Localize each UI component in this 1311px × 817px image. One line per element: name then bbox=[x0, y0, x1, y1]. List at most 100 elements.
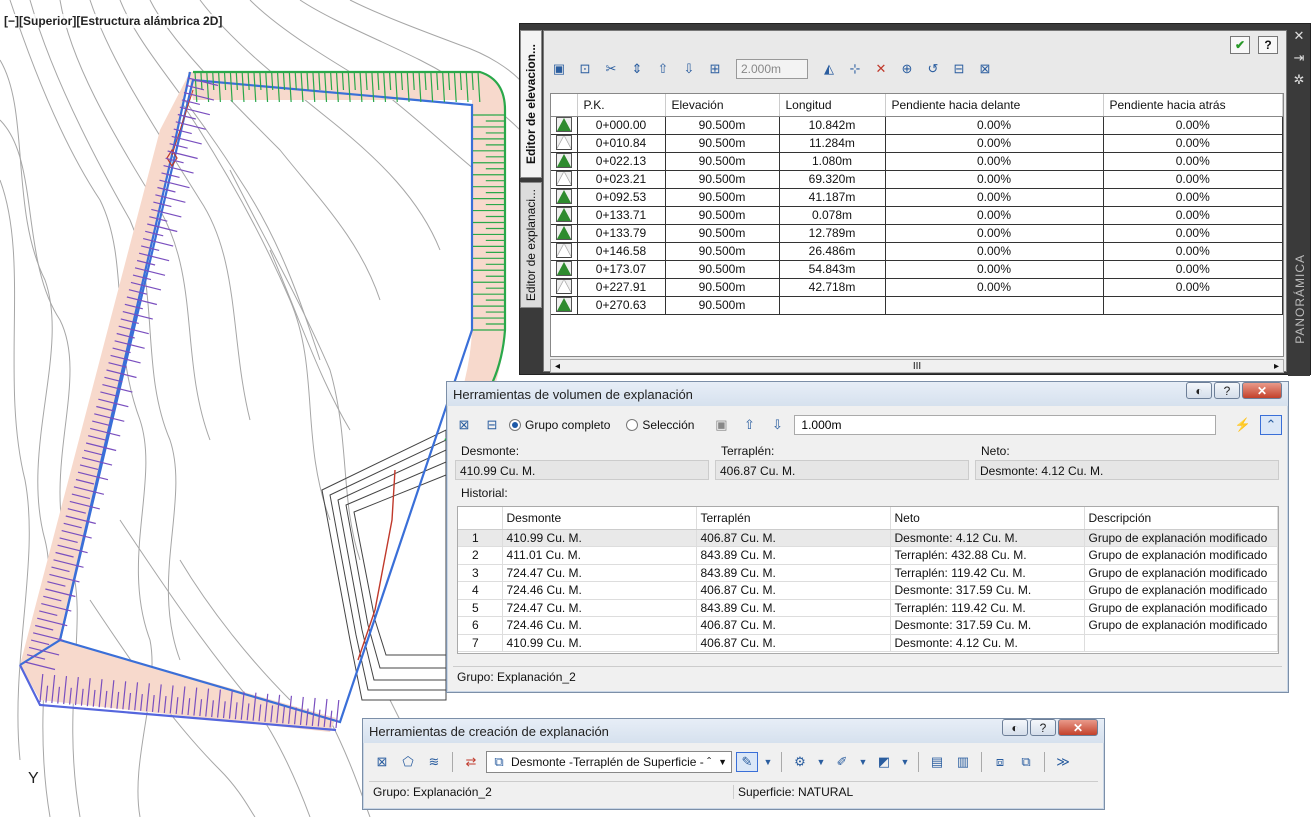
autohide-icon[interactable]: ⇥ bbox=[1294, 50, 1305, 66]
dialog-help-button[interactable]: ? bbox=[1214, 382, 1240, 399]
cell-pk[interactable]: 0+173.07 bbox=[577, 260, 666, 279]
cell-len[interactable]: 12.789m bbox=[779, 224, 886, 243]
infill-dropdown-icon[interactable]: ▼ bbox=[815, 752, 827, 772]
cell-back[interactable]: 0.00% bbox=[1103, 206, 1283, 225]
history-row[interactable]: 1 410.99 Cu. M. 406.87 Cu. M. Desmonte: 4.1… bbox=[458, 529, 1278, 547]
creation-settings-button[interactable]: ◐ bbox=[1002, 719, 1028, 736]
creation-close-button[interactable]: ✕ bbox=[1058, 719, 1098, 736]
cell-pk[interactable]: 0+000.00 bbox=[577, 116, 666, 135]
col-length[interactable]: Longitud bbox=[779, 94, 886, 117]
set-grade-icon[interactable]: ◭ bbox=[818, 59, 840, 79]
raise-icon[interactable]: ⇧ bbox=[652, 59, 674, 79]
edit-grading-icon[interactable]: ✐ bbox=[831, 752, 853, 772]
grading-editor-icon[interactable]: ▤ bbox=[926, 752, 948, 772]
elevation-row[interactable]: 0+010.84 90.500m 11.284m 0.00% 0.00% bbox=[551, 134, 1283, 153]
cell-pk[interactable]: 0+023.21 bbox=[577, 170, 666, 189]
apply-check-button[interactable]: ✔ bbox=[1230, 36, 1250, 54]
cell-fwd[interactable]: 0.00% bbox=[885, 188, 1104, 207]
hist-col-num[interactable] bbox=[458, 507, 503, 530]
volume-table-icon[interactable]: ⊟ bbox=[481, 415, 503, 435]
col-pk[interactable]: P.K. bbox=[577, 94, 666, 117]
collapse-icon[interactable]: ⌃ bbox=[1260, 415, 1282, 435]
cell-elev[interactable]: 90.500m bbox=[665, 170, 780, 189]
select-gradings-icon[interactable]: ▣ bbox=[710, 415, 732, 435]
radio-selection[interactable]: Selección bbox=[626, 418, 694, 432]
flatten-icon[interactable]: ✂ bbox=[600, 59, 622, 79]
zoom-to-icon[interactable]: ⊡ bbox=[574, 59, 596, 79]
select-surface-icon[interactable]: ≋ bbox=[423, 752, 445, 772]
elevation-row[interactable]: 0+227.91 90.500m 42.718m 0.00% 0.00% bbox=[551, 278, 1283, 297]
lower-icon[interactable]: ⇩ bbox=[678, 59, 700, 79]
scroll-left-icon[interactable]: ◂ bbox=[555, 361, 560, 372]
elevation-grid[interactable]: P.K. Elevación Longitud Pendiente hacia … bbox=[550, 93, 1284, 357]
elevation-row[interactable]: 0+092.53 90.500m 41.187m 0.00% 0.00% bbox=[551, 188, 1283, 207]
cell-elev[interactable]: 90.500m bbox=[665, 224, 780, 243]
horizontal-scrollbar[interactable]: ◂ III ▸ bbox=[550, 359, 1284, 373]
history-row[interactable]: 6 724.46 Cu. M. 406.87 Cu. M. Desmonte: 317… bbox=[458, 616, 1278, 635]
cell-fwd[interactable]: 0.00% bbox=[885, 260, 1104, 279]
reverse-icon[interactable]: ↺ bbox=[922, 59, 944, 79]
cell-len[interactable]: 41.187m bbox=[779, 188, 886, 207]
cell-fwd[interactable]: 0.00% bbox=[885, 152, 1104, 171]
cell-pk[interactable]: 0+010.84 bbox=[577, 134, 666, 153]
dialog-settings-button[interactable]: ◐ bbox=[1186, 382, 1212, 399]
hist-col-desc[interactable]: Descripción bbox=[1084, 507, 1278, 530]
cell-fwd[interactable] bbox=[885, 296, 1104, 315]
tab-elevation-editor[interactable]: Editor de elevacion... bbox=[520, 30, 542, 178]
set-layer-icon[interactable]: ⊠ bbox=[371, 752, 393, 772]
elevation-row[interactable]: 0+000.00 90.500m 10.842m 0.00% 0.00% bbox=[551, 116, 1283, 135]
elevation-editor-icon[interactable]: ▥ bbox=[952, 752, 974, 772]
close-palette-icon[interactable]: ✕ bbox=[1294, 28, 1305, 44]
elevation-row[interactable]: 0+133.79 90.500m 12.789m 0.00% 0.00% bbox=[551, 224, 1283, 243]
cell-elev[interactable]: 90.500m bbox=[665, 278, 780, 297]
volume-report-icon[interactable]: ⊠ bbox=[453, 415, 475, 435]
cell-len[interactable]: 0.078m bbox=[779, 206, 886, 225]
cell-fwd[interactable]: 0.00% bbox=[885, 206, 1104, 225]
col-elevation[interactable]: Elevación bbox=[665, 94, 780, 117]
expand-toolbar-icon[interactable]: ≫ bbox=[1052, 752, 1074, 772]
create-infill-icon[interactable]: ⚙ bbox=[789, 752, 811, 772]
cell-fwd[interactable]: 0.00% bbox=[885, 134, 1104, 153]
grading-volume-icon[interactable]: ◩ bbox=[873, 752, 895, 772]
raise-lower-icon[interactable]: ⇕ bbox=[626, 59, 648, 79]
elevation-row[interactable]: 0+133.71 90.500m 0.078m 0.00% 0.00% bbox=[551, 206, 1283, 225]
elevations-from-surface-icon[interactable]: ⊟ bbox=[948, 59, 970, 79]
cell-back[interactable]: 0.00% bbox=[1103, 170, 1283, 189]
tab-grading-editor[interactable]: Editor de explanaci... bbox=[520, 182, 542, 308]
history-row[interactable]: 3 724.47 Cu. M. 843.89 Cu. M. Terraplén: 11… bbox=[458, 564, 1278, 582]
cell-elev[interactable]: 90.500m bbox=[665, 134, 780, 153]
history-table[interactable]: Desmonte Terraplén Neto Descripción 1 410… bbox=[457, 506, 1279, 654]
cell-pk[interactable]: 0+092.53 bbox=[577, 188, 666, 207]
elevation-row[interactable]: 0+146.58 90.500m 26.486m 0.00% 0.00% bbox=[551, 242, 1283, 261]
creation-tools-title[interactable]: Herramientas de creación de explanación … bbox=[363, 719, 1104, 743]
unselect-icon[interactable]: ⊠ bbox=[974, 59, 996, 79]
elevation-row[interactable]: 0+022.13 90.500m 1.080m 0.00% 0.00% bbox=[551, 152, 1283, 171]
cell-len[interactable]: 69.320m bbox=[779, 170, 886, 189]
cell-pk[interactable]: 0+270.63 bbox=[577, 296, 666, 315]
scroll-right-icon[interactable]: ▸ bbox=[1274, 361, 1279, 372]
create-grading-icon[interactable]: ✎ bbox=[736, 752, 758, 772]
create-grading-dropdown-icon[interactable]: ▼ bbox=[762, 752, 774, 772]
cell-elev[interactable]: 90.500m bbox=[665, 188, 780, 207]
cell-pk[interactable]: 0+022.13 bbox=[577, 152, 666, 171]
cell-back[interactable]: 0.00% bbox=[1103, 242, 1283, 261]
creation-help-button[interactable]: ? bbox=[1030, 719, 1056, 736]
history-row[interactable]: 7 410.99 Cu. M. 406.87 Cu. M. Desmonte: 4.1… bbox=[458, 634, 1278, 652]
cell-fwd[interactable]: 0.00% bbox=[885, 278, 1104, 297]
help-button[interactable]: ? bbox=[1258, 36, 1278, 54]
col-grade-ahead[interactable]: Pendiente hacia delante bbox=[885, 94, 1104, 117]
cell-fwd[interactable]: 0.00% bbox=[885, 242, 1104, 261]
hist-col-net[interactable]: Neto bbox=[890, 507, 1085, 530]
dialog-close-button[interactable]: ✕ bbox=[1242, 382, 1282, 399]
select-group-icon[interactable]: ⬠ bbox=[397, 752, 419, 772]
volume-increment-input[interactable] bbox=[794, 415, 1216, 435]
delete-grading-icon[interactable]: ⧈ bbox=[989, 752, 1011, 772]
cell-back[interactable]: 0.00% bbox=[1103, 152, 1283, 171]
volume-tools-title[interactable]: Herramientas de volumen de explanación ◐… bbox=[447, 382, 1288, 406]
history-row[interactable]: 2 411.01 Cu. M. 843.89 Cu. M. Terraplén: 43… bbox=[458, 546, 1278, 565]
cell-back[interactable]: 0.00% bbox=[1103, 278, 1283, 297]
cell-pk[interactable]: 0+133.79 bbox=[577, 224, 666, 243]
elevation-row[interactable]: 0+173.07 90.500m 54.843m 0.00% 0.00% bbox=[551, 260, 1283, 279]
col-grade-back[interactable]: Pendiente hacia atrás bbox=[1103, 94, 1283, 117]
cell-pk[interactable]: 0+227.91 bbox=[577, 278, 666, 297]
